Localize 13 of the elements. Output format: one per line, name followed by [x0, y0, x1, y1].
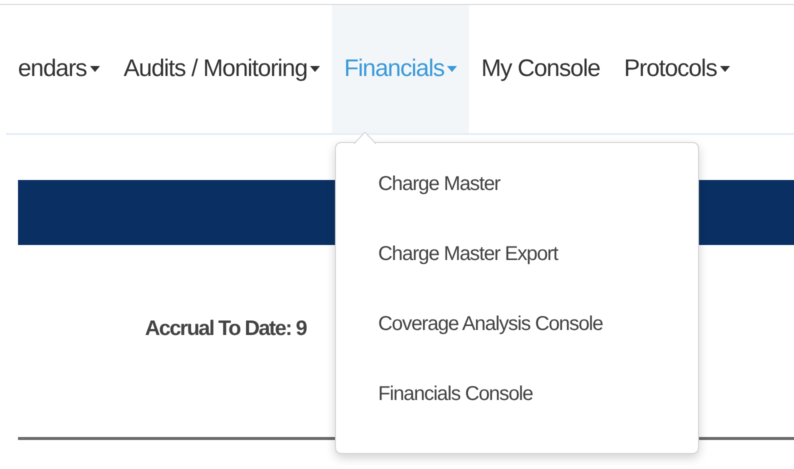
- menu-item[interactable]: Charge Master: [378, 173, 500, 243]
- menu-item[interactable]: Coverage Analysis Console: [378, 313, 603, 383]
- nav-tab[interactable]: Protocols: [612, 5, 742, 133]
- caret-icon: [310, 66, 320, 72]
- nav-tab[interactable]: My Console: [469, 5, 612, 133]
- caret-icon: [447, 66, 458, 72]
- nav-tab[interactable]: endars: [6, 5, 112, 133]
- accrual-text: Accrual To Date: 9: [145, 317, 306, 340]
- menu-item[interactable]: Charge Master Export: [378, 243, 558, 313]
- caret-icon: [720, 66, 730, 72]
- caret-icon: [90, 66, 100, 72]
- menu-item[interactable]: Financials Console: [378, 383, 533, 453]
- nav-tab[interactable]: Audits / Monitoring: [112, 5, 332, 133]
